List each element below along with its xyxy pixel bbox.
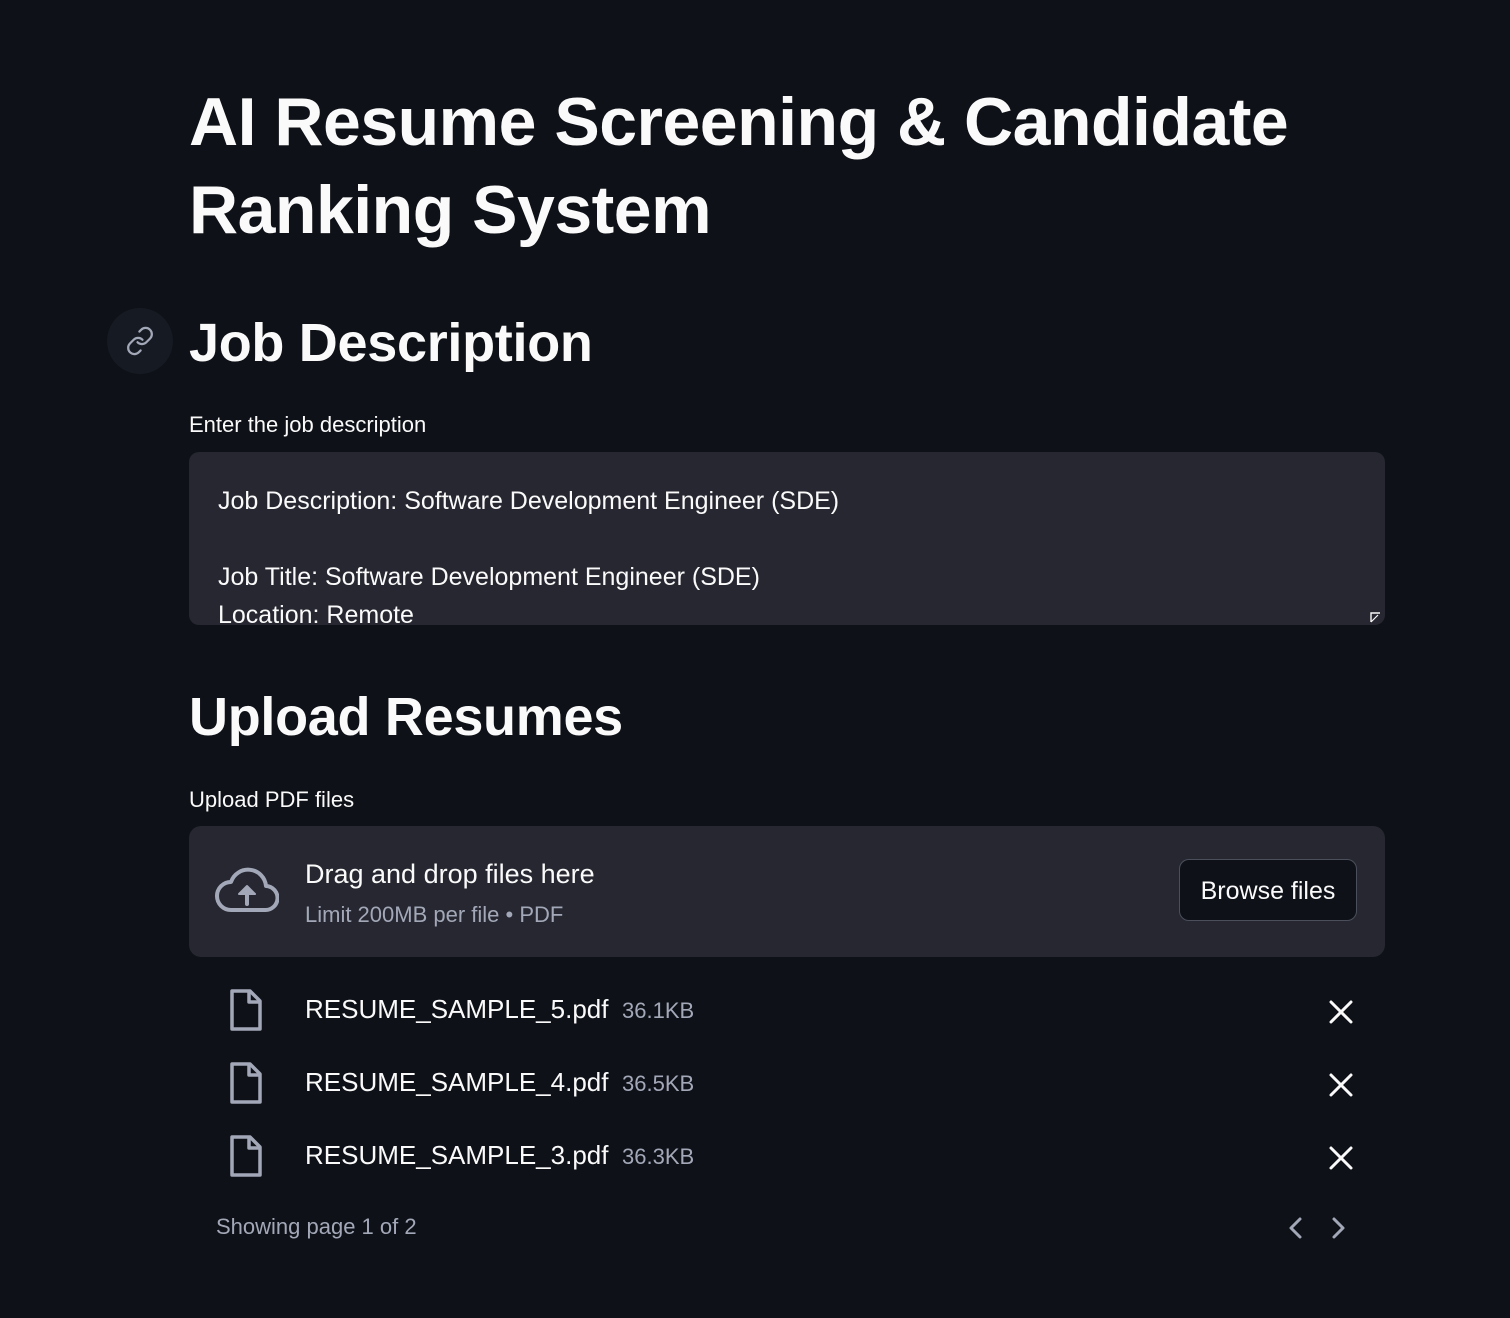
- chevron-right-icon[interactable]: [1324, 1212, 1352, 1244]
- file-name: RESUME_SAMPLE_4.pdf: [305, 1067, 609, 1097]
- chevron-left-icon[interactable]: [1282, 1212, 1310, 1244]
- heading-anchor-link[interactable]: [107, 308, 173, 374]
- file-dropzone[interactable]: Drag and drop files here Limit 200MB per…: [189, 826, 1385, 957]
- job-description-text[interactable]: Job Description: Software Development En…: [218, 482, 1355, 625]
- uploaded-file-row: RESUME_SAMPLE_3.pdf 36.3KB: [189, 1130, 1385, 1186]
- file-size: 36.1KB: [622, 998, 695, 1023]
- file-icon: [230, 989, 262, 1031]
- page-title: AI Resume Screening & Candidate Ranking …: [189, 84, 1289, 248]
- uploaded-file-row: RESUME_SAMPLE_4.pdf 36.5KB: [189, 1057, 1385, 1113]
- uploaded-file-row: RESUME_SAMPLE_5.pdf 36.1KB: [189, 984, 1385, 1040]
- file-icon: [230, 1135, 262, 1177]
- file-name: RESUME_SAMPLE_3.pdf: [305, 1140, 609, 1170]
- file-name: RESUME_SAMPLE_5.pdf: [305, 994, 609, 1024]
- close-icon[interactable]: [1325, 1142, 1357, 1174]
- file-icon: [230, 1062, 262, 1104]
- dropzone-title: Drag and drop files here: [305, 859, 595, 889]
- job-description-textarea[interactable]: Job Description: Software Development En…: [189, 452, 1385, 625]
- job-description-label: Enter the job description: [189, 412, 427, 437]
- browse-files-button[interactable]: Browse files: [1179, 859, 1357, 921]
- dropzone-limit-text: Limit 200MB per file • PDF: [305, 902, 564, 927]
- pagination-status: Showing page 1 of 2: [216, 1214, 417, 1239]
- upload-pdf-label: Upload PDF files: [189, 787, 355, 812]
- job-description-heading: Job Description: [189, 313, 593, 373]
- resize-handle-icon[interactable]: [1369, 611, 1381, 623]
- close-icon[interactable]: [1325, 1069, 1357, 1101]
- upload-resumes-heading: Upload Resumes: [189, 687, 623, 747]
- link-icon: [127, 326, 153, 356]
- file-size: 36.3KB: [622, 1144, 695, 1169]
- close-icon[interactable]: [1325, 996, 1357, 1028]
- file-size: 36.5KB: [622, 1071, 695, 1096]
- cloud-upload-icon: [215, 867, 279, 912]
